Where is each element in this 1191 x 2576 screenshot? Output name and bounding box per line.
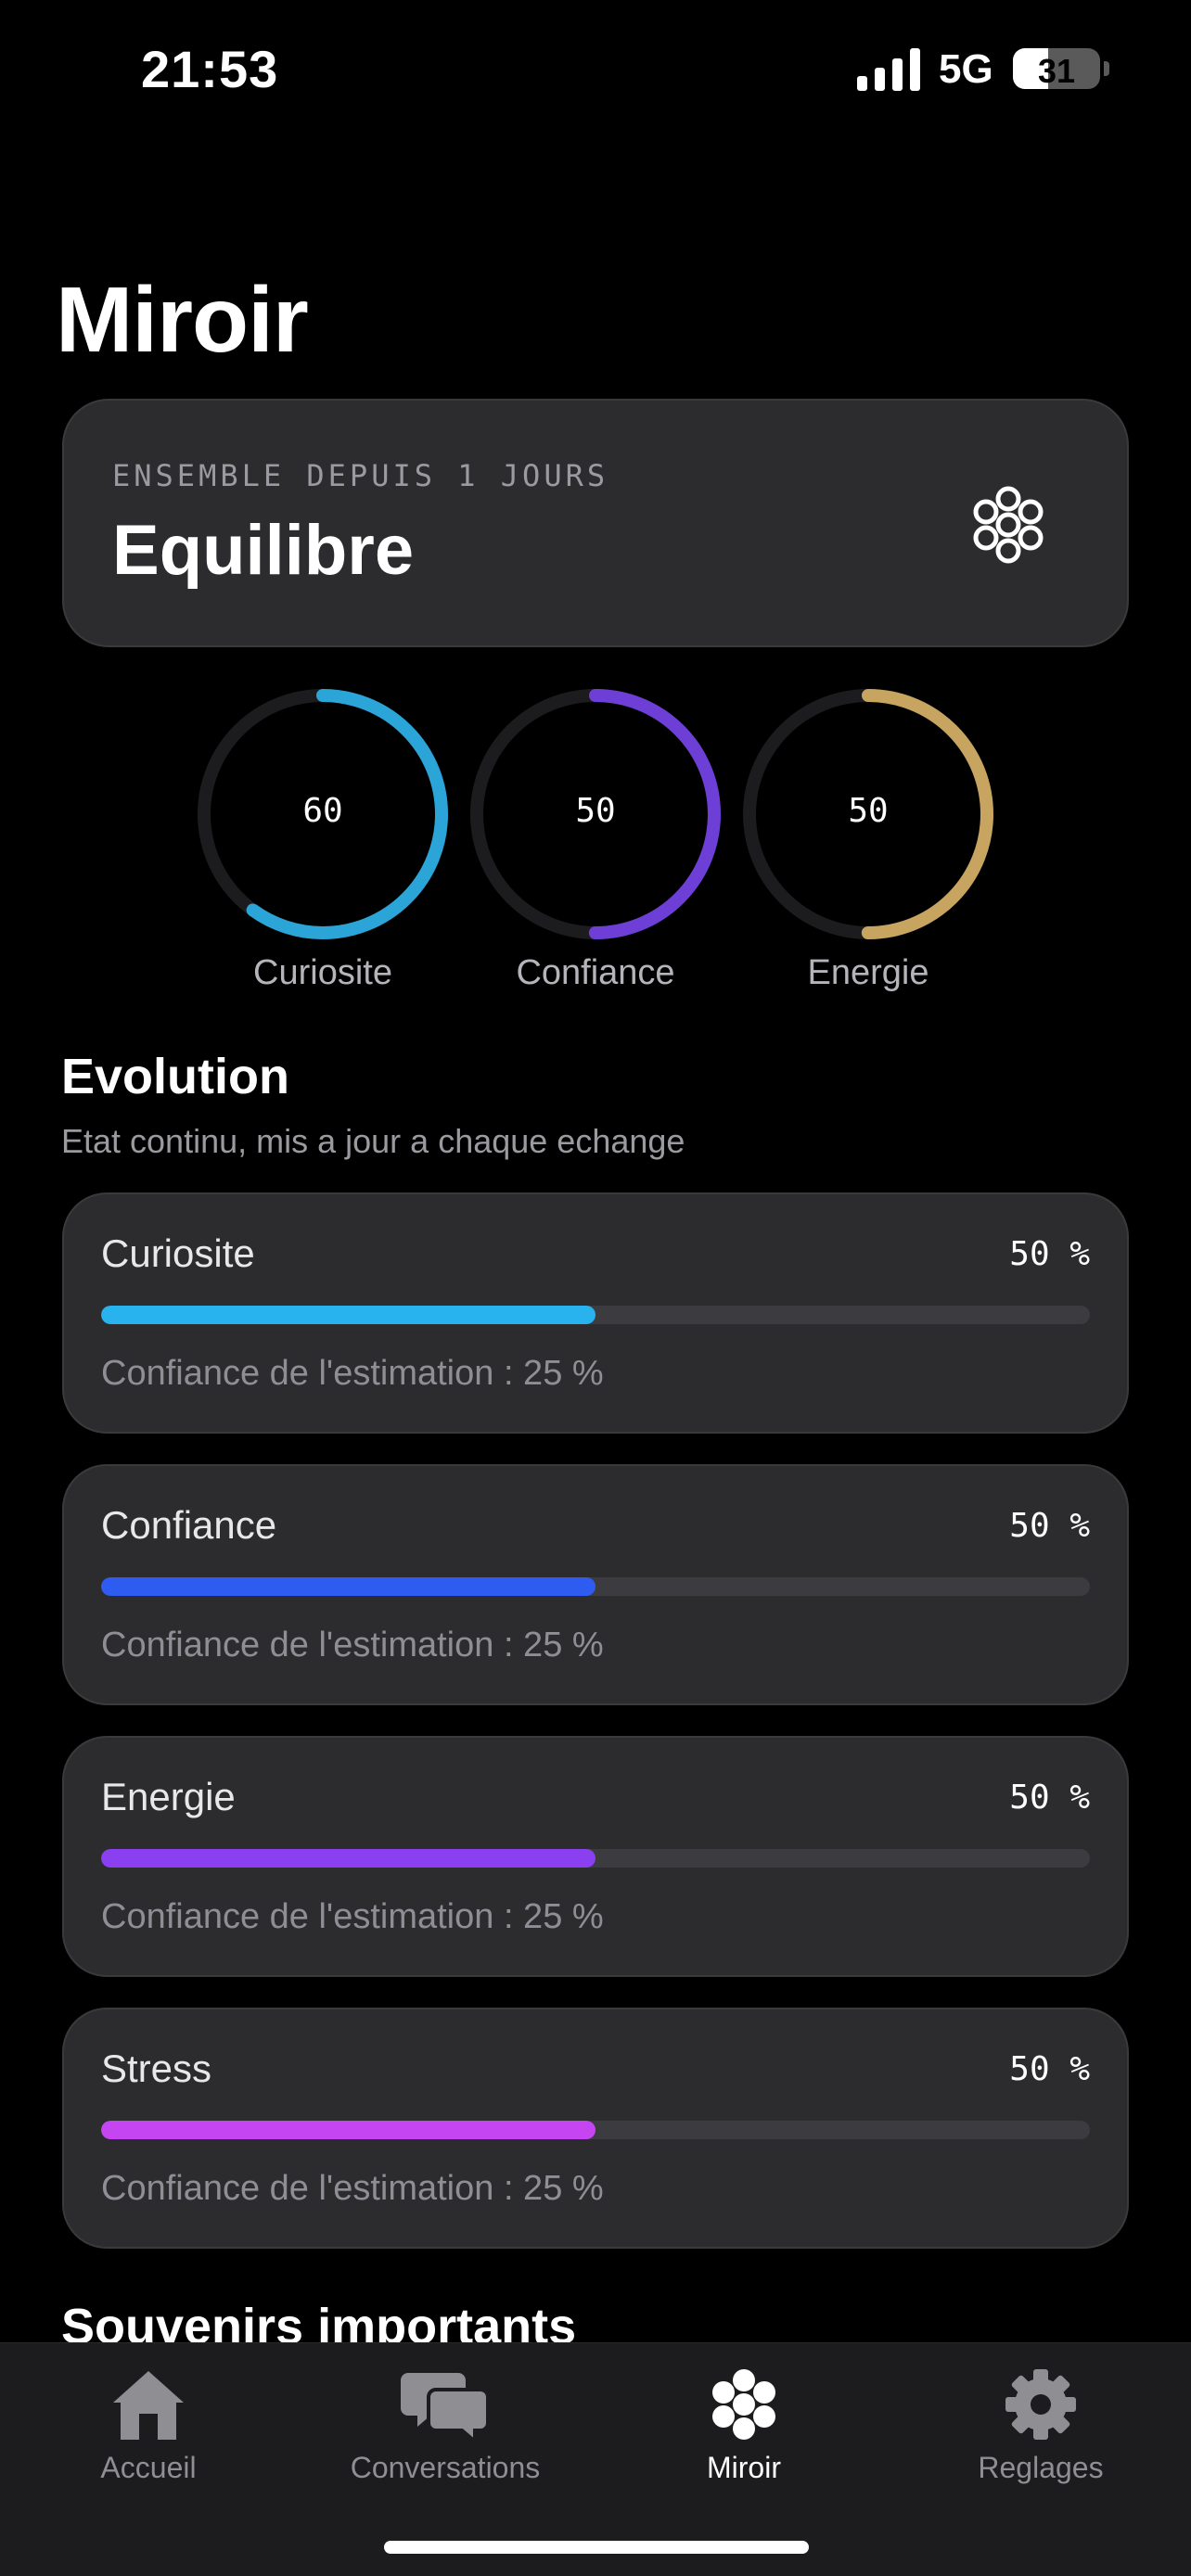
tab-label: Accueil xyxy=(100,2451,197,2484)
evolution-title: Evolution xyxy=(61,1049,289,1104)
progress-bar xyxy=(101,1577,596,1596)
metric-name: Confiance xyxy=(101,1503,277,1547)
progress-bar xyxy=(101,1849,596,1868)
page-title: Miroir xyxy=(56,268,309,372)
gauge-label: Curiosite xyxy=(253,953,392,992)
progress-bar xyxy=(101,2121,596,2139)
gauge-confiance: 50 Confiance xyxy=(466,684,725,993)
tab-label: Conversations xyxy=(350,2451,541,2484)
gauge-value: 50 xyxy=(575,792,616,830)
metric-percent: 50 % xyxy=(1009,1235,1090,1273)
metric-card-energie: Energie 50 % Confiance de l'estimation :… xyxy=(62,1736,1129,1977)
battery-level: 31 xyxy=(1037,52,1076,89)
tab-reglages[interactable]: Reglages xyxy=(902,2366,1180,2485)
metric-card-curiosite: Curiosite 50 % Confiance de l'estimation… xyxy=(62,1192,1129,1434)
house-icon xyxy=(113,2371,184,2440)
metric-card-confiance: Confiance 50 % Confiance de l'estimation… xyxy=(62,1464,1129,1705)
metric-percent: 50 % xyxy=(1009,1779,1090,1817)
chat-bubbles-icon xyxy=(401,2373,490,2443)
evolution-subtitle: Etat continu, mis a jour a chaque echang… xyxy=(61,1122,685,1160)
gauge-energie: 50 Energie xyxy=(738,684,998,993)
state-title: Equilibre xyxy=(112,511,415,590)
flower-icon xyxy=(973,486,1044,564)
together-since-label: ENSEMBLE DEPUIS 1 JOURS xyxy=(112,458,609,493)
tab-label: Reglages xyxy=(978,2451,1104,2484)
metric-percent: 50 % xyxy=(1009,1507,1090,1545)
tab-conversations[interactable]: Conversations xyxy=(306,2366,584,2485)
metric-name: Stress xyxy=(101,2047,212,2090)
status-time: 21:53 xyxy=(141,40,279,98)
gauge-value: 60 xyxy=(302,792,343,830)
tab-miroir[interactable]: Miroir xyxy=(605,2366,883,2485)
battery-tip xyxy=(1104,61,1109,76)
metric-confidence: Confiance de l'estimation : 25 % xyxy=(101,1897,604,1936)
metric-percent: 50 % xyxy=(1009,2050,1090,2088)
flower-icon xyxy=(712,2369,775,2440)
signal-icon xyxy=(857,48,920,91)
metric-confidence: Confiance de l'estimation : 25 % xyxy=(101,1626,604,1664)
metric-name: Energie xyxy=(101,1775,236,1818)
progress-track xyxy=(101,1577,1090,1596)
gear-icon xyxy=(1005,2369,1076,2440)
gauge-label: Energie xyxy=(807,953,929,992)
relationship-card: ENSEMBLE DEPUIS 1 JOURS Equilibre xyxy=(62,399,1129,647)
progress-bar xyxy=(101,1306,596,1324)
tab-accueil[interactable]: Accueil xyxy=(9,2366,288,2485)
status-bar: 21:53 5G 31 xyxy=(0,0,1191,139)
gauge-label: Confiance xyxy=(516,953,675,992)
progress-track xyxy=(101,2121,1090,2139)
metric-confidence: Confiance de l'estimation : 25 % xyxy=(101,2169,604,2208)
gauge-curiosite: 60 Curiosite xyxy=(193,684,453,993)
battery-icon: 31 xyxy=(1013,48,1100,89)
metric-confidence: Confiance de l'estimation : 25 % xyxy=(101,1354,604,1393)
home-indicator[interactable] xyxy=(384,2541,809,2554)
network-type: 5G xyxy=(939,46,993,92)
progress-track xyxy=(101,1849,1090,1868)
progress-track xyxy=(101,1306,1090,1324)
metric-name: Curiosite xyxy=(101,1231,255,1275)
tab-label: Miroir xyxy=(707,2451,781,2484)
metric-card-stress: Stress 50 % Confiance de l'estimation : … xyxy=(62,2008,1129,2249)
gauge-value: 50 xyxy=(848,792,889,830)
